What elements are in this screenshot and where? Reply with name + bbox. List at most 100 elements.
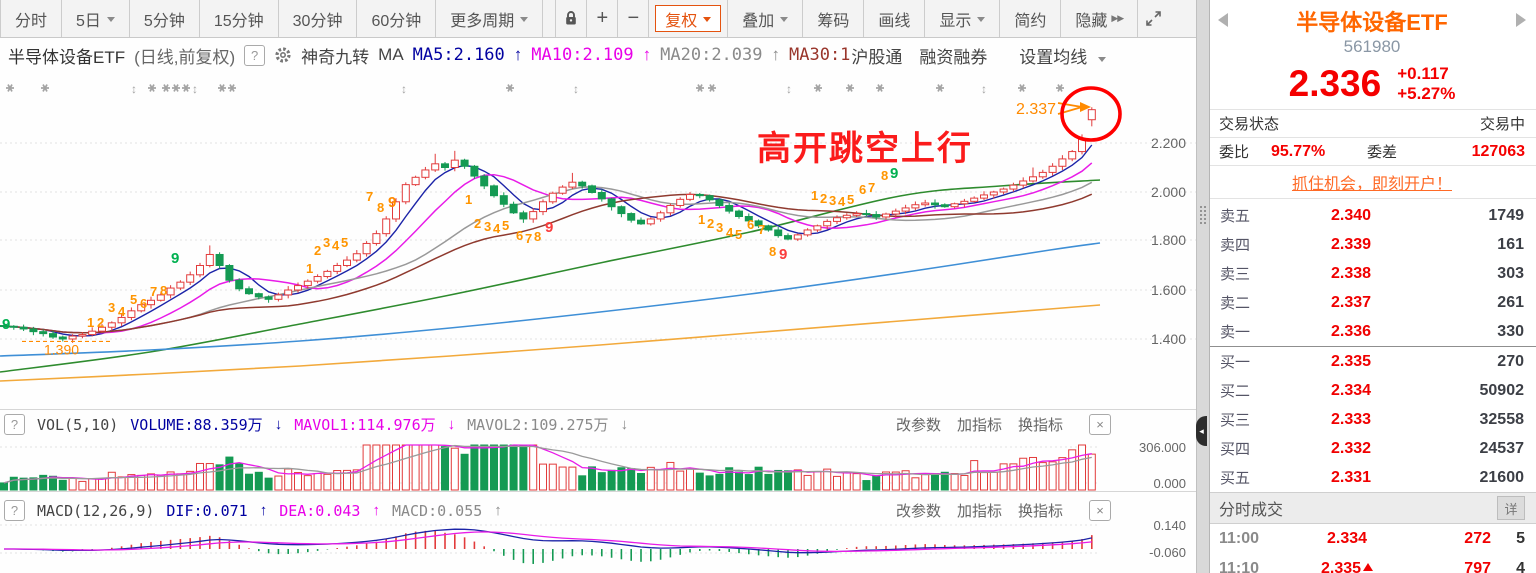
divider-grip-handle[interactable] — [1199, 205, 1207, 225]
period-button[interactable]: 60分钟 — [357, 0, 437, 37]
prev-stock-arrow-icon[interactable] — [1218, 13, 1228, 27]
sequence-number: 6 — [859, 182, 866, 197]
zoom-out-button[interactable]: − — [618, 0, 650, 37]
ask-row[interactable]: 卖一 2.336 330 — [1208, 317, 1536, 346]
period-button[interactable]: 分时 — [0, 0, 63, 37]
book-level-label: 买四 — [1220, 441, 1251, 458]
tick-time: 11:10 — [1219, 560, 1260, 573]
hgt-link[interactable]: 沪股通 — [851, 43, 902, 68]
close-icon[interactable]: × — [1089, 414, 1111, 435]
chevron-down-icon — [106, 17, 115, 26]
period-label: 更多周期 — [450, 12, 515, 30]
collapse-panel-handle[interactable]: ◂ — [1196, 416, 1207, 446]
weibi-value: 95.77% — [1271, 142, 1326, 160]
overlay-button[interactable]: 叠加 — [727, 0, 804, 37]
event-asterisk-icon — [708, 84, 716, 92]
book-price: 2.335 — [1330, 352, 1372, 370]
period-button[interactable]: 15分钟 — [199, 0, 279, 37]
tick-list-header: 分时成交 详 — [1208, 492, 1536, 524]
book-volume: 24537 — [1479, 439, 1525, 457]
event-asterisk-icon — [6, 84, 14, 92]
sequence-number: 6 — [747, 217, 754, 232]
switch-indicator-button[interactable]: 换指标 — [1018, 414, 1063, 435]
event-asterisk-icon — [876, 84, 884, 92]
sequence-number: 6 — [140, 296, 147, 311]
book-volume: 270 — [1497, 352, 1524, 370]
chevron-down-icon — [1098, 56, 1106, 66]
period-button[interactable]: 30分钟 — [278, 0, 358, 37]
bid-row[interactable]: 买五 2.331 21600 — [1208, 463, 1536, 492]
open-account-link[interactable]: 抓住机会，即刻开户！ — [1292, 170, 1452, 194]
margin-trading-link[interactable]: 融资融券 — [919, 43, 987, 68]
change-params-button[interactable]: 改参数 — [896, 500, 941, 521]
simple-button[interactable]: 简约 — [1000, 0, 1062, 37]
gear-icon[interactable] — [274, 46, 292, 64]
tick-detail-button[interactable]: 详 — [1497, 496, 1525, 520]
display-button[interactable]: 显示 — [925, 0, 1001, 37]
book-level-label: 卖二 — [1220, 295, 1251, 312]
mavol2-value: MAVOL2:109.275万 — [467, 416, 609, 434]
sequence-number: 2 — [97, 315, 104, 330]
sequence-number: 9 — [779, 246, 787, 263]
bid-row[interactable]: 买四 2.332 24537 — [1208, 434, 1536, 463]
fuquan-label: 复权 — [665, 12, 698, 30]
next-stock-arrow-icon[interactable] — [1516, 13, 1526, 27]
price-axis-label: 1.400 — [1151, 331, 1186, 347]
promo-row: 抓住机会，即刻开户！ — [1208, 165, 1536, 199]
period-label: 5分钟 — [143, 12, 185, 30]
ask-row[interactable]: 卖五 2.340 1749 — [1208, 201, 1536, 230]
magic-nine-indicator[interactable]: 神奇九转 — [301, 43, 369, 68]
sequence-number: 1 — [87, 315, 94, 330]
period-label: 分时 — [15, 12, 48, 30]
fuquan-button[interactable]: 复权 — [655, 5, 722, 32]
bid-row[interactable]: 买三 2.333 32558 — [1208, 405, 1536, 434]
trading-app: 1.390 ↕ ↕ ↕ ↕ ↕ ↕ 9 1 2 3 4 5 6 7 8 9 1 2 3 4 5 7 8 9 1 2 3 4 5 6 7 8 9 1 2… — [0, 0, 1536, 573]
ma5-value: MA5:2.160 — [412, 45, 505, 65]
change-params-button[interactable]: 改参数 — [896, 414, 941, 435]
book-price: 2.331 — [1330, 468, 1372, 486]
help-button[interactable]: ? — [244, 44, 266, 66]
tick-count: 5 — [1516, 530, 1525, 547]
fullscreen-button[interactable] — [1138, 0, 1170, 37]
book-volume: 330 — [1497, 322, 1524, 340]
book-volume: 21600 — [1479, 468, 1525, 486]
tick-price: 2.334 — [1326, 530, 1368, 547]
bid-row[interactable]: 买一 2.335 270 — [1208, 346, 1536, 376]
lock-icon — [566, 11, 577, 25]
panel-divider[interactable]: ◂ — [1196, 0, 1210, 573]
add-indicator-button[interactable]: 加指标 — [957, 414, 1002, 435]
ask-row[interactable]: 卖三 2.338 303 — [1208, 259, 1536, 288]
sequence-number: 7 — [366, 189, 373, 204]
vol-indicator-name: VOL(5,10) — [37, 415, 119, 434]
book-price: 2.333 — [1330, 410, 1372, 428]
period-button[interactable]: 更多周期 — [436, 0, 544, 37]
tick-count: 4 — [1516, 560, 1525, 573]
sequence-number: 8 — [160, 283, 167, 298]
draw-button[interactable]: 画线 — [864, 0, 926, 37]
sequence-number: 5 — [130, 292, 137, 307]
bid-row[interactable]: 买二 2.334 50902 — [1208, 376, 1536, 405]
set-ma-button[interactable]: 设置均线 — [1019, 43, 1204, 68]
lock-button[interactable] — [556, 0, 588, 37]
add-indicator-button[interactable]: 加指标 — [957, 500, 1002, 521]
help-button[interactable]: ? — [4, 414, 25, 435]
sequence-number: 5 — [735, 227, 742, 242]
candlestick-chart: 1.390↕ ↕ ↕ ↕ ↕ ↕9 1 23 45 67 89123 4 578 9 12 3 4 56 7 89 1 2… — [0, 82, 1196, 564]
chips-button[interactable]: 筹码 — [803, 0, 865, 37]
hide-button[interactable]: 隐藏 ▶▶ — [1061, 0, 1139, 37]
event-asterisk-icon — [162, 84, 170, 92]
period-button[interactable]: 5分钟 — [129, 0, 200, 37]
sequence-number: 2 — [474, 216, 481, 231]
period-button[interactable]: 5日 — [62, 0, 130, 37]
event-asterisk-icon — [228, 84, 236, 92]
ask-row[interactable]: 卖二 2.337 261 — [1208, 288, 1536, 317]
up-arrow-icon: ↑ — [259, 502, 268, 519]
close-icon[interactable]: × — [1089, 500, 1111, 521]
event-updown-icon: ↕ — [192, 82, 198, 96]
zoom-in-button[interactable]: + — [587, 0, 619, 37]
ask-row[interactable]: 卖四 2.339 161 — [1208, 230, 1536, 259]
switch-indicator-button[interactable]: 换指标 — [1018, 500, 1063, 521]
help-button[interactable]: ? — [4, 500, 25, 521]
quote-title-row: 半导体设备ETF — [1208, 5, 1536, 37]
down-arrow-icon: ↓ — [274, 416, 283, 433]
